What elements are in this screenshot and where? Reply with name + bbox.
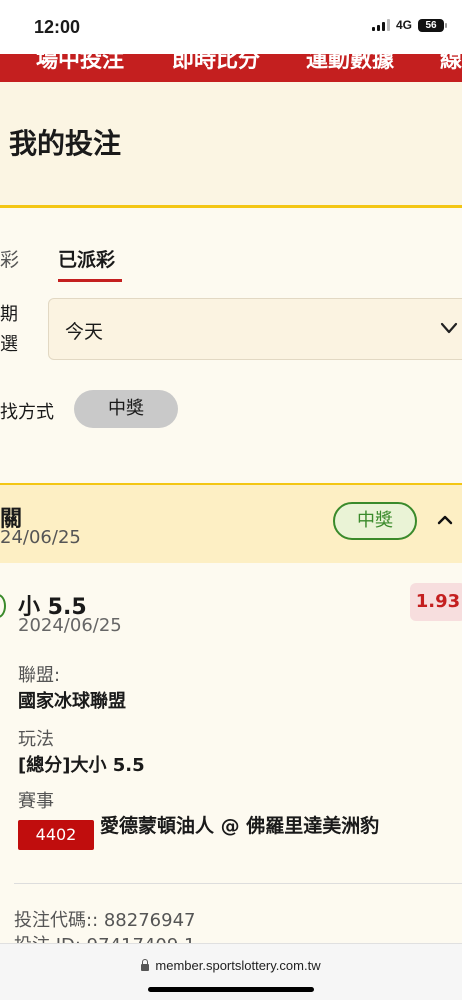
odds-badge: 1.93 <box>410 583 462 621</box>
status-bar: 12:00 4G 56 <box>0 0 462 54</box>
page-title: 我的投注 <box>9 127 122 160</box>
date-select-value: 今天 <box>65 321 104 343</box>
status-time: 12:00 <box>34 17 81 37</box>
status-indicators: 4G 56 <box>371 18 447 32</box>
lock-icon <box>141 959 150 971</box>
event-code-badge: 4402 <box>18 820 94 850</box>
browser-address-bar[interactable]: member.sportslottery.com.tw <box>0 943 462 1000</box>
tab-settled[interactable]: 已派彩 <box>58 245 115 272</box>
chevron-up-icon[interactable] <box>436 513 454 527</box>
nav-item-live-scores[interactable]: 即時比分 <box>172 54 260 74</box>
play-label: 玩法 <box>18 729 54 750</box>
method-filter-label: 找方式 <box>0 402 54 423</box>
nav-item-live-betting[interactable]: 場中投注 <box>36 54 124 74</box>
url-row: member.sportslottery.com.tw <box>0 958 462 973</box>
top-nav: 場中投注 即時比分 運動數據 線 <box>0 54 462 82</box>
nav-item-sports-data[interactable]: 運動數據 <box>306 54 394 74</box>
bet-date: 24/06/25 <box>0 527 81 548</box>
tab-active-indicator <box>58 279 122 282</box>
battery-icon: 56 <box>418 18 447 32</box>
play-value: [總分]大小 5.5 <box>18 755 145 776</box>
league-label: 聯盟: <box>18 665 61 686</box>
divider <box>14 883 462 884</box>
home-indicator[interactable] <box>148 987 314 992</box>
url-text: member.sportslottery.com.tw <box>155 958 321 973</box>
bet-card-header[interactable]: 關 24/06/25 中獎 <box>0 483 462 563</box>
event-name: 愛德蒙頓油人 @ 佛羅里達美洲豹 <box>100 815 380 837</box>
bet-tabs: 彩 已派彩 <box>0 211 462 291</box>
signal-icon <box>371 19 390 31</box>
result-check-icon <box>0 594 6 618</box>
title-area: 我的投注 <box>0 82 462 208</box>
date-select[interactable]: 今天 <box>48 298 462 360</box>
nav-item-partial[interactable]: 線 <box>440 54 462 74</box>
chevron-down-icon <box>440 322 458 334</box>
date-filter-label: 期選 <box>0 304 18 355</box>
event-label: 賽事 <box>18 791 54 812</box>
status-badge: 中獎 <box>333 502 417 540</box>
bet-card-detail: 小 5.5 2024/06/25 1.93 聯盟: 國家冰球聯盟 玩法 [總分]… <box>0 563 462 956</box>
network-label: 4G <box>395 18 412 32</box>
bet-code: 投注代碼:: 88276947 <box>14 910 196 931</box>
selection-date: 2024/06/25 <box>18 615 122 636</box>
filter-chip-won[interactable]: 中獎 <box>74 390 178 428</box>
league-value: 國家冰球聯盟 <box>18 691 126 712</box>
tab-previous[interactable]: 彩 <box>0 245 19 272</box>
